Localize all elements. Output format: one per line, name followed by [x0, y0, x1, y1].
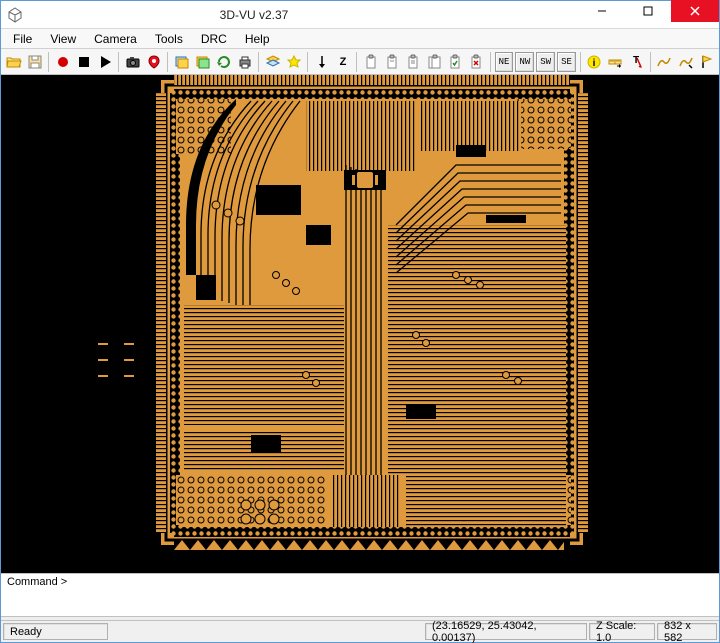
status-ready: Ready [3, 623, 108, 640]
clipboard-button-1[interactable] [360, 51, 381, 73]
clipboard-button-3[interactable] [403, 51, 424, 73]
clipboard-button-6[interactable] [466, 51, 487, 73]
command-input[interactable] [69, 576, 713, 590]
status-coordinates: (23.16529, 25.43042, 0.00137) [425, 623, 587, 640]
z-down-button[interactable] [311, 51, 332, 73]
menu-file[interactable]: File [5, 31, 40, 47]
print-button[interactable] [234, 51, 255, 73]
command-line: Command > [1, 574, 719, 616]
menu-view[interactable]: View [42, 31, 84, 47]
ruler-marks-icon [98, 340, 134, 380]
direction-se-button[interactable]: SE [557, 52, 576, 72]
pcb-3d-viewport[interactable] [1, 75, 719, 573]
toolbar: Z NE NW SW SE i T [1, 49, 719, 75]
status-z-scale: Z Scale: 1.0 [589, 623, 655, 640]
maximize-button[interactable] [625, 0, 671, 22]
layers-button-1[interactable] [171, 51, 192, 73]
record-button[interactable] [52, 51, 73, 73]
stop-button[interactable] [73, 51, 94, 73]
toolbar-separator [118, 52, 119, 72]
close-button[interactable] [671, 0, 719, 22]
highlight-button[interactable] [283, 51, 304, 73]
tool계도r-separator [580, 52, 581, 72]
flag-button[interactable] [696, 51, 717, 73]
ruler-button[interactable] [605, 51, 626, 73]
window-title: 3D-VU v2.37 [29, 8, 579, 22]
measure-button-2[interactable] [675, 51, 696, 73]
z-scale-button[interactable]: Z [332, 51, 353, 73]
direction-nw-button[interactable]: NW [515, 52, 534, 72]
menu-camera[interactable]: Camera [86, 31, 145, 47]
text-marker-button[interactable]: T [626, 51, 647, 73]
pcb-layout-render [156, 75, 588, 550]
save-button[interactable] [24, 51, 45, 73]
command-area: Command > [1, 573, 719, 620]
layers-button-2[interactable] [192, 51, 213, 73]
app-icon [7, 7, 23, 23]
direction-ne-button[interactable]: NE [495, 52, 514, 72]
window-controls [579, 1, 719, 28]
menu-drc[interactable]: DRC [193, 31, 235, 47]
menu-tools[interactable]: Tools [147, 31, 191, 47]
toolbar-separator [307, 52, 308, 72]
clipboard-button-4[interactable] [424, 51, 445, 73]
clipboard-button-2[interactable] [381, 51, 402, 73]
menu-help[interactable]: Help [237, 31, 278, 47]
app-window: 3D-VU v2.37 File View Camera Tools DRC H… [0, 0, 720, 643]
direction-sw-button[interactable]: SW [536, 52, 555, 72]
measure-button-1[interactable] [654, 51, 675, 73]
toolbar-separator [650, 52, 651, 72]
open-file-button[interactable] [3, 51, 24, 73]
info-button[interactable]: i [584, 51, 605, 73]
toolbar-separator [258, 52, 259, 72]
play-button[interactable] [94, 51, 115, 73]
status-bar: Ready (23.16529, 25.43042, 0.00137) Z Sc… [1, 620, 719, 642]
toolbar-separator [48, 52, 49, 72]
minimize-button[interactable] [579, 0, 625, 22]
layer-stack-button[interactable] [262, 51, 283, 73]
toolbar-separator [167, 52, 168, 72]
svg-text:i: i [593, 58, 596, 69]
locate-button[interactable] [143, 51, 164, 73]
snapshot-button[interactable] [122, 51, 143, 73]
toolbar-separator [490, 52, 491, 72]
refresh-button[interactable] [213, 51, 234, 73]
toolbar-separator [356, 52, 357, 72]
title-bar: 3D-VU v2.37 [1, 1, 719, 29]
clipboard-button-5[interactable] [445, 51, 466, 73]
command-prompt-label: Command > [7, 576, 67, 588]
status-dimensions: 832 x 582 [657, 623, 717, 640]
menu-bar: File View Camera Tools DRC Help [1, 29, 719, 49]
